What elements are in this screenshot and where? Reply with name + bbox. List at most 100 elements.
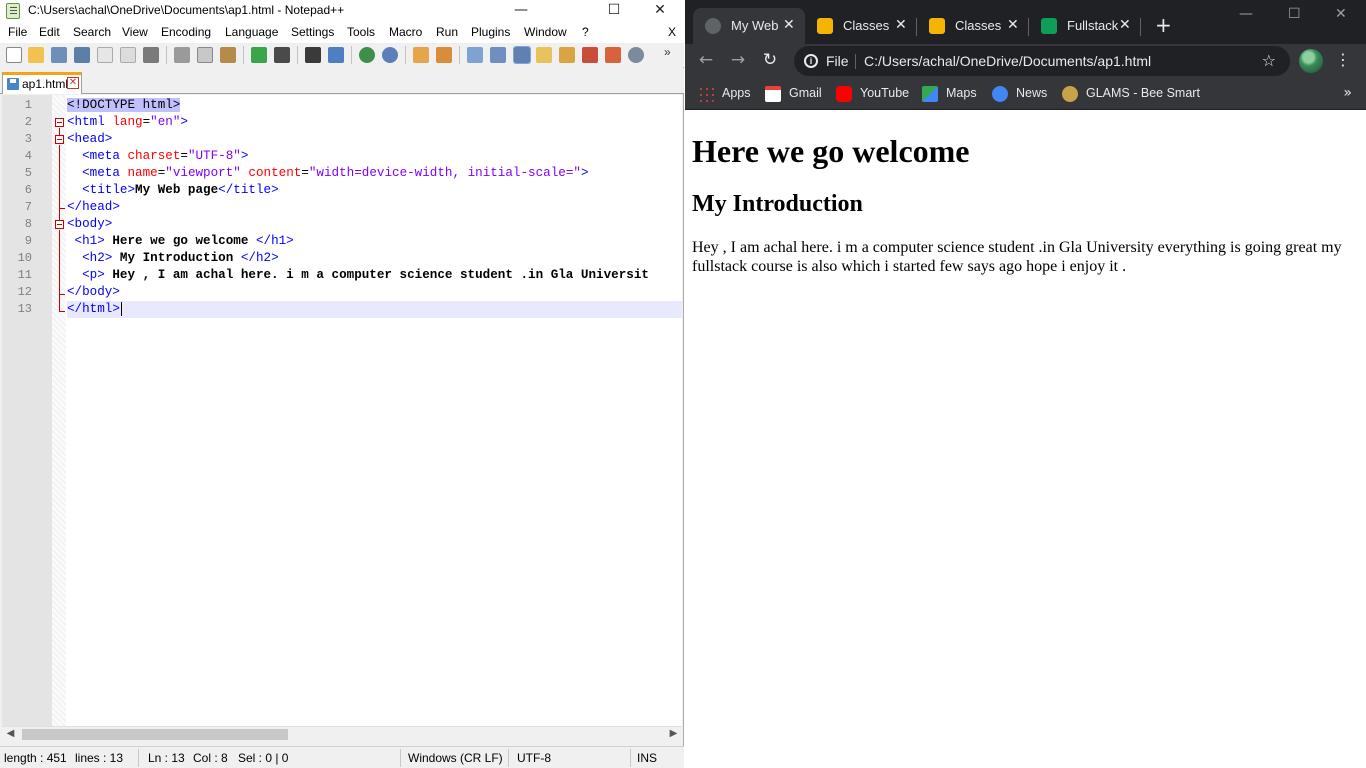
code-line: <title>My Web page</title> [67, 182, 682, 199]
redo-icon[interactable] [274, 47, 290, 63]
open-file-icon[interactable] [28, 47, 44, 63]
toolbar-separator [166, 46, 167, 64]
address-bar[interactable]: i File C:/Users/achal/OneDrive/Documents… [794, 46, 1290, 76]
rendered-web-page: Here we go welcome My Introduction Hey ,… [685, 111, 1366, 768]
monitoring-eye-icon[interactable] [628, 47, 644, 63]
close-window-button[interactable]: ✕ [1335, 6, 1347, 22]
zoom-in-icon[interactable] [359, 47, 375, 63]
url-text[interactable]: C:/Users/achal/OneDrive/Documents/ap1.ht… [864, 53, 1151, 69]
glams-icon [1062, 86, 1078, 102]
maximize-button[interactable]: ☐ [1288, 6, 1301, 22]
fold-toggle-html-icon[interactable] [55, 118, 64, 127]
line-number-gutter: 1 2 3 4 5 6 7 8 9 10 11 12 13 [2, 95, 52, 726]
bookmark-star-icon[interactable]: ☆ [1262, 51, 1276, 70]
status-bar: length : 451 lines : 13 Ln : 13 Col : 8 … [0, 746, 684, 768]
menu-view[interactable]: View [122, 25, 148, 39]
fold-toggle-head-icon[interactable] [55, 135, 64, 144]
close-tab-icon[interactable]: ✕ [1007, 17, 1019, 33]
menu-file[interactable]: File [8, 25, 27, 39]
close-window-button[interactable]: ✕ [637, 0, 683, 22]
minimize-button[interactable]: — [1239, 6, 1253, 22]
line-number: 10 [17, 251, 32, 265]
back-button[interactable]: ← [695, 50, 717, 72]
scroll-left-icon[interactable]: ◀ [2, 727, 19, 742]
close-file-icon[interactable] [97, 47, 113, 63]
status-eol[interactable]: Windows (CR LF) [408, 751, 503, 765]
close-all-icon[interactable] [120, 47, 136, 63]
new-file-icon[interactable] [6, 47, 22, 63]
browser-tab-fullstack[interactable]: Fullstack ✕ [1029, 8, 1141, 44]
tag-token: </body> [67, 285, 120, 299]
document-map-icon[interactable] [559, 47, 575, 63]
youtube-icon [836, 86, 852, 102]
tab-ap1-html[interactable]: ap1.html ✕ [2, 72, 82, 94]
info-icon[interactable]: i [804, 54, 818, 68]
menu-macro[interactable]: Macro [389, 25, 422, 39]
eq-token: = [301, 166, 309, 180]
menu-language[interactable]: Language [225, 25, 278, 39]
menu-window[interactable]: Window [524, 25, 567, 39]
show-all-characters-icon[interactable] [490, 47, 506, 63]
status-encoding[interactable]: UTF-8 [517, 751, 551, 765]
google-classroom-icon [817, 18, 833, 34]
menu-plugins[interactable]: Plugins [471, 25, 510, 39]
sync-horizontal-icon[interactable] [436, 47, 452, 63]
menu-tools[interactable]: Tools [347, 25, 375, 39]
google-classroom-icon [1041, 18, 1057, 34]
tag-token: <head> [67, 132, 113, 146]
find-icon[interactable] [305, 47, 321, 63]
browser-tab-classes[interactable]: Classes ✕ [805, 8, 917, 44]
menu-edit[interactable]: Edit [39, 25, 60, 39]
google-classroom-icon [929, 18, 945, 34]
menu-help[interactable]: ? [582, 25, 589, 39]
toolbar-overflow-icon[interactable]: » [664, 45, 678, 61]
toolbar-separator [459, 46, 460, 64]
menu-run[interactable]: Run [436, 25, 458, 39]
sync-vertical-icon[interactable] [413, 47, 429, 63]
bookmark-label: YouTube [860, 86, 910, 100]
bookmarks-overflow-button[interactable]: » [1343, 85, 1352, 101]
undo-icon[interactable] [251, 47, 267, 63]
code-editor[interactable]: 1 2 3 4 5 6 7 8 9 10 11 12 13 <!DOCTYPE … [2, 95, 682, 726]
replace-icon[interactable] [328, 47, 344, 63]
menu-settings[interactable]: Settings [291, 25, 334, 39]
status-insert-mode[interactable]: INS [637, 751, 657, 765]
close-tab-icon[interactable]: ✕ [783, 17, 795, 33]
reload-button[interactable]: ↻ [759, 50, 781, 72]
notepadpp-window: C:\Users\achal\OneDrive\Documents\ap1.ht… [0, 0, 684, 768]
function-list-icon[interactable] [582, 47, 598, 63]
code-line: </head> [67, 199, 682, 216]
horizontal-scrollbar[interactable]: ◀ ▶ [2, 726, 682, 741]
user-language-icon[interactable] [536, 47, 552, 63]
close-tab-icon[interactable]: ✕ [1119, 17, 1131, 33]
forward-button[interactable]: → [727, 50, 749, 72]
menu-search[interactable]: Search [73, 25, 111, 39]
close-tab-icon[interactable]: ✕ [895, 17, 907, 33]
new-tab-button[interactable]: + [1155, 13, 1172, 37]
profile-avatar[interactable] [1299, 49, 1323, 73]
browser-tab-my-web[interactable]: My Web ✕ [693, 8, 805, 44]
close-document-button[interactable]: X [668, 25, 676, 39]
save-icon[interactable] [51, 47, 67, 63]
bookmark-label: News [1016, 86, 1048, 100]
scroll-right-icon[interactable]: ▶ [665, 727, 682, 742]
line-number: 2 [24, 115, 32, 129]
tab-close-button[interactable]: ✕ [67, 77, 79, 89]
value-token: "viewport" [165, 166, 241, 180]
word-wrap-icon[interactable] [467, 47, 483, 63]
print-icon[interactable] [143, 47, 159, 63]
cut-icon[interactable] [174, 47, 190, 63]
paste-icon[interactable] [220, 47, 236, 63]
browser-menu-icon[interactable]: ⋮ [1335, 50, 1351, 69]
menu-encoding[interactable]: Encoding [161, 25, 211, 39]
minimize-button[interactable]: — [498, 0, 544, 22]
indent-guide-icon[interactable] [513, 46, 531, 64]
copy-icon[interactable] [197, 47, 213, 63]
maximize-button[interactable]: ☐ [591, 0, 637, 22]
fold-toggle-body-icon[interactable] [55, 220, 64, 229]
scrollbar-thumb[interactable] [22, 729, 288, 740]
browser-tab-classes-2[interactable]: Classes ✕ [917, 8, 1029, 44]
folder-as-workspace-icon[interactable] [605, 47, 621, 63]
save-all-icon[interactable] [74, 47, 90, 63]
zoom-out-icon[interactable] [382, 47, 398, 63]
